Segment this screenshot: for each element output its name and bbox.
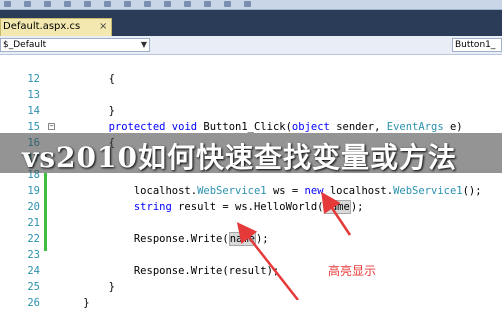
line-number: 26 [27,297,40,309]
member-dropdown[interactable]: Button1_ [452,38,502,52]
code-token: WebService1 [393,185,463,197]
line-number: 20 [27,201,40,213]
cut-icon[interactable] [64,1,71,7]
highlighted-reference: name [323,200,351,214]
document-tab-bar: Default.aspx.cs × [0,10,502,36]
code-token: ); [255,233,269,245]
code-line[interactable]: 19 localhost.WebService1 ws = new localh… [0,183,502,199]
indent-icon[interactable] [204,1,211,7]
code-token: Button1_Click( [203,121,292,133]
line-number: 23 [27,249,40,261]
comment-icon[interactable] [184,1,191,7]
code-token: ); [350,201,364,213]
code-text: string result = ws.HelloWorld(name); [58,199,363,215]
code-token: protected [58,121,172,133]
line-number: 21 [27,217,40,229]
code-token: result = ws.HelloWorld( [178,201,324,213]
type-dropdown[interactable]: $_Default ▼ [0,38,150,52]
collapse-toggle-icon[interactable]: − [48,123,55,130]
code-token: (); [462,185,482,197]
copy-icon[interactable] [84,1,91,7]
code-line[interactable]: 25 } [0,279,502,295]
bookmark-icon[interactable] [244,1,251,7]
code-text: } [58,103,115,119]
code-line[interactable]: 20 string result = ws.HelloWorld(name); [0,199,502,215]
code-token: } [58,281,115,293]
code-token: { [58,73,115,85]
paste-icon[interactable] [104,1,111,7]
close-icon[interactable]: × [99,19,107,35]
code-text: } [58,295,90,311]
code-text: Response.Write(result); [58,263,279,279]
code-token: ws = [272,185,305,197]
code-line[interactable]: 22 Response.Write(name); [0,231,502,247]
code-token: e) [449,121,463,133]
line-number: 14 [27,105,40,117]
code-line[interactable]: 13 [0,87,502,103]
code-token: EventArgs [386,121,450,133]
code-line[interactable] [0,55,502,71]
code-line[interactable]: 12 { [0,71,502,87]
title-overlay-text: vs2010如何快速查找变量或方法 [22,141,457,174]
code-editor[interactable]: 12 {13 14 } 15− protected void Button1_Cli… [0,55,502,309]
find-icon[interactable] [124,1,131,7]
code-line[interactable]: 23 [0,247,502,263]
code-line[interactable]: 26 } [0,295,502,311]
code-token: WebService1 [197,185,273,197]
line-number: 24 [27,265,40,277]
code-line[interactable]: 21 [0,215,502,231]
line-number: 25 [27,281,40,293]
line-number: 13 [27,89,40,101]
save-icon[interactable] [44,1,51,7]
undo-icon[interactable] [4,1,11,7]
navigation-bar: $_Default ▼ Button1_ [0,36,502,55]
code-text: Response.Write(name); [58,231,269,247]
code-token: } [58,297,90,309]
redo-icon[interactable] [24,1,31,7]
code-text: } [58,279,115,295]
code-token: void [171,121,204,133]
code-text: localhost.WebService1 ws = new localhost… [58,183,482,199]
code-line[interactable]: 14 } [0,103,502,119]
chevron-down-icon: ▼ [140,40,147,49]
code-line[interactable]: 24 Response.Write(result); [0,263,502,279]
code-token: localhost. [58,185,198,197]
line-number: 12 [27,73,40,85]
code-text: { [58,71,115,87]
tab-default-aspx-cs[interactable]: Default.aspx.cs × [0,18,112,36]
highlighted-reference: name [228,232,256,246]
highlight-annotation-label: 高亮显示 [328,264,377,278]
member-dropdown-value: Button1_ [455,40,496,50]
code-token: } [58,105,115,117]
code-token: sender, [336,121,387,133]
toolbar [0,0,502,10]
code-token: new [304,185,330,197]
line-number: 19 [27,185,40,197]
line-number: 22 [27,233,40,245]
tab-label: Default.aspx.cs [3,21,81,32]
code-token: Response.Write(result); [58,265,280,277]
outdent-icon[interactable] [224,1,231,7]
code-token: localhost. [329,185,394,197]
type-dropdown-value: $_Default [3,40,47,50]
debug-icon[interactable] [144,1,151,7]
code-token: Response.Write( [58,233,229,245]
code-token: string [58,201,179,213]
code-token: object [291,121,337,133]
build-icon[interactable] [164,1,171,7]
